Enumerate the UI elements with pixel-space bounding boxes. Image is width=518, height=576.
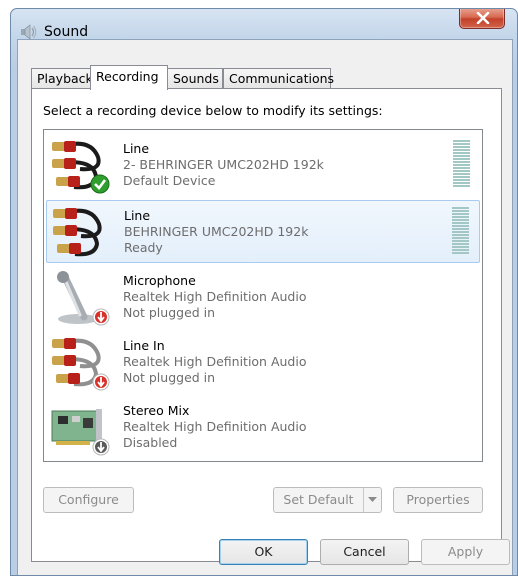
device-status: Not plugged in <box>123 370 216 385</box>
device-name: Line <box>123 141 150 156</box>
close-icon <box>476 12 490 24</box>
device-detail: 2- BEHRINGER UMC202HD 192k <box>123 157 324 172</box>
device-status: Ready <box>124 240 163 255</box>
line-cable-icon <box>53 208 102 257</box>
device-detail: BEHRINGER UMC202HD 192k <box>124 224 309 239</box>
level-meter <box>452 207 469 255</box>
device-name: Stereo Mix <box>123 403 190 418</box>
level-meter <box>453 140 470 188</box>
device-name: Microphone <box>123 273 196 288</box>
device-status: Disabled <box>123 435 178 450</box>
device-name: Line <box>124 208 151 223</box>
configure-button[interactable]: Configure <box>43 487 134 513</box>
tab-communications[interactable]: Communications <box>223 68 334 89</box>
list-item[interactable]: Stereo Mix Realtek High Definition Audio… <box>46 396 480 459</box>
red-down-arrow-icon <box>92 308 110 326</box>
list-item[interactable]: Line BEHRINGER UMC202HD 192k Ready <box>46 200 480 263</box>
list-item[interactable]: Microphone Realtek High Definition Audio… <box>46 266 480 329</box>
sound-dialog-window: Sound Playback Recording Sounds Communic… <box>10 8 518 576</box>
chevron-down-icon <box>368 497 377 502</box>
tab-playback[interactable]: Playback <box>31 68 93 89</box>
device-list[interactable]: Line 2- BEHRINGER UMC202HD 192k Default … <box>43 129 483 462</box>
green-check-icon <box>90 174 110 194</box>
tab-sounds[interactable]: Sounds <box>167 68 223 89</box>
device-detail: Realtek High Definition Audio <box>123 419 307 434</box>
red-down-arrow-icon <box>92 373 110 391</box>
instruction-text: Select a recording device below to modif… <box>43 103 383 118</box>
apply-button[interactable]: Apply <box>421 539 510 565</box>
gray-down-arrow-icon <box>92 438 110 456</box>
recording-tab-panel: Select a recording device below to modif… <box>31 88 502 562</box>
ok-button[interactable]: OK <box>219 539 308 565</box>
cancel-button[interactable]: Cancel <box>320 539 409 565</box>
properties-button[interactable]: Properties <box>393 487 483 513</box>
set-default-label: Set Default <box>283 492 354 507</box>
window-title: Sound <box>44 24 89 40</box>
set-default-button[interactable]: Set Default <box>273 487 382 513</box>
device-status: Default Device <box>123 173 216 188</box>
list-item[interactable]: Line In Realtek High Definition Audio No… <box>46 331 480 394</box>
device-name: Line In <box>123 338 165 353</box>
set-default-dropdown[interactable] <box>363 488 381 512</box>
device-detail: Realtek High Definition Audio <box>123 354 307 369</box>
dialog-content: Playback Recording Sounds Communications… <box>17 39 513 575</box>
list-item[interactable]: Line 2- BEHRINGER UMC202HD 192k Default … <box>46 134 480 197</box>
tab-recording[interactable]: Recording <box>90 65 168 90</box>
device-detail: Realtek High Definition Audio <box>123 289 307 304</box>
close-button[interactable] <box>459 9 505 29</box>
device-status: Not plugged in <box>123 305 216 320</box>
